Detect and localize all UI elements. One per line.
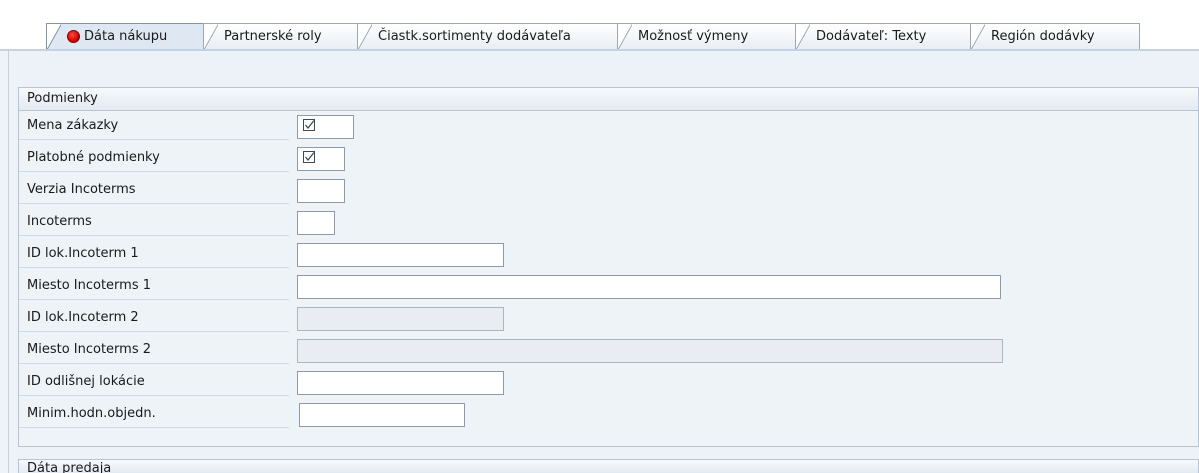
incoterm-location-id-2-input [297,307,504,331]
incoterm-location-id-2-label: ID lok.Incoterm 2 [27,310,139,325]
minimum-order-value-label: Minim.hodn.objedn. [27,406,156,421]
tab-label: Možnosť výmeny [638,29,749,44]
incoterms-version-input[interactable] [297,179,345,203]
tab-vendor-texts[interactable]: Dodávateľ: Texty [795,23,975,49]
tab-delivery-region[interactable]: Región dodávky [970,23,1140,49]
incoterms-location-1-input[interactable] [297,275,1001,299]
tab-label: Partnerské roly [224,29,322,44]
minimum-order-value-input[interactable] [299,403,465,427]
incoterms-row: Incoterms [19,208,1198,237]
payment-terms-row: Platobné podmienky [19,144,1198,173]
payment-terms-label: Platobné podmienky [27,150,160,165]
tab-label: Dodávateľ: Texty [816,29,927,44]
sales-data-group-title: Dáta predaja [27,461,112,473]
incoterms-location-2-input [297,339,1003,363]
payment-terms-field[interactable] [297,147,345,171]
tab-vendor-subranges[interactable]: Čiastk.sortimenty dodávateľa [357,23,622,49]
sap-vendor-screen: Dáta nákupu Partnerské roly Čiastk.sorti… [0,0,1199,473]
order-currency-row: Mena zákazky [19,112,1198,141]
tab-strip: Dáta nákupu Partnerské roly Čiastk.sorti… [0,0,1199,51]
different-location-id-input[interactable] [297,371,504,395]
order-currency-field[interactable] [297,115,354,139]
incoterms-location-2-row: Miesto Incoterms 2 [19,336,1198,365]
conditions-group: Podmienky Mena zákazky Platobné podmienk… [18,87,1199,447]
incoterms-version-row: Verzia Incoterms [19,176,1198,205]
incoterms-input[interactable] [297,211,335,235]
incoterms-location-1-row: Miesto Incoterms 1 [19,272,1198,301]
checkbox-marker-icon [303,151,315,163]
tab-label: Región dodávky [991,29,1095,44]
incoterms-location-1-label: Miesto Incoterms 1 [27,278,152,293]
incoterms-version-label: Verzia Incoterms [27,182,136,197]
tab-label: Čiastk.sortimenty dodávateľa [378,29,571,44]
tab-purchasing-data[interactable]: Dáta nákupu [46,23,209,49]
checkbox-marker-icon [303,119,315,131]
incoterm-location-id-2-row: ID lok.Incoterm 2 [19,304,1198,333]
order-currency-label: Mena zákazky [27,118,119,133]
conditions-group-title: Podmienky [19,88,1198,111]
incoterm-location-id-1-label: ID lok.Incoterm 1 [27,246,139,261]
minimum-order-value-row: Minim.hodn.objedn. [19,400,1198,429]
incoterms-location-2-label: Miesto Incoterms 2 [27,342,152,357]
incoterms-label: Incoterms [27,214,92,229]
sales-data-group: Dáta predaja [18,459,1199,473]
tab-partner-roles[interactable]: Partnerské roly [203,23,363,49]
incoterm-location-id-1-row: ID lok.Incoterm 1 [19,240,1198,269]
red-status-icon [67,30,80,43]
different-location-id-label: ID odlišnej lokácie [27,374,145,389]
incoterm-location-id-1-input[interactable] [297,243,504,267]
tab-exchange-option[interactable]: Možnosť výmeny [617,23,797,49]
tab-label: Dáta nákupu [84,29,168,44]
different-location-id-row: ID odlišnej lokácie [19,368,1198,397]
